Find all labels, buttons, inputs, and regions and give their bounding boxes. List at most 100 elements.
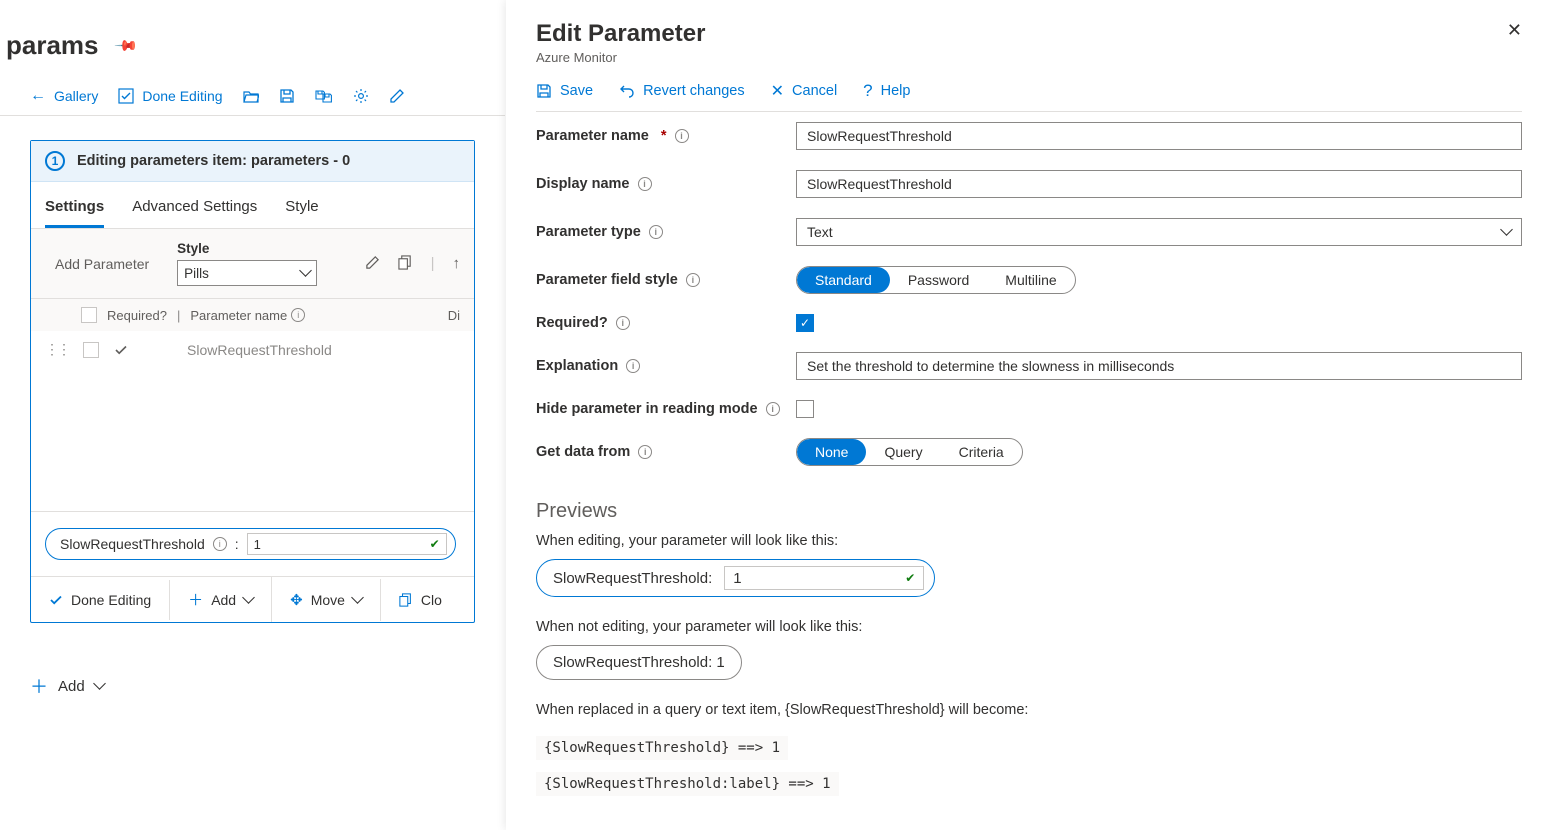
- grid-checked-icon: [118, 88, 134, 104]
- parameter-pill[interactable]: SlowRequestThreshold i : 1 ✔: [45, 528, 456, 560]
- style-select-value: Pills: [184, 266, 209, 281]
- info-icon[interactable]: i: [638, 445, 652, 459]
- preview-edit-input[interactable]: 1 ✔: [724, 566, 924, 590]
- chevron-down-icon: [1502, 224, 1511, 240]
- style-multiline[interactable]: Multiline: [987, 267, 1074, 293]
- pencil-icon[interactable]: [389, 88, 405, 104]
- tab-style[interactable]: Style: [285, 198, 318, 228]
- panel-title: Edit Parameter: [536, 20, 705, 48]
- label-param-type: Parameter type i: [536, 224, 796, 240]
- open-icon[interactable]: [243, 89, 259, 103]
- move-icon: ✥: [290, 591, 303, 609]
- revert-button[interactable]: Revert changes: [619, 81, 745, 101]
- edit-parameter-panel: Edit Parameter Azure Monitor ✕ Save Reve…: [506, 0, 1552, 830]
- row-select-checkbox[interactable]: [83, 342, 99, 358]
- close-icon[interactable]: ✕: [1507, 20, 1522, 41]
- move-button-bottom[interactable]: ✥ Move: [272, 579, 381, 621]
- preview-code-1: {SlowRequestThreshold} ==> 1: [536, 736, 788, 760]
- gallery-button[interactable]: Gallery: [30, 87, 98, 105]
- left-pane: params 📌 Gallery Done Editing 1 E: [0, 0, 505, 830]
- save-icon: [536, 83, 552, 99]
- label-explanation: Explanation i: [536, 358, 796, 374]
- done-editing-button[interactable]: Done Editing: [118, 88, 222, 104]
- move-label: Move: [311, 592, 345, 608]
- explanation-input[interactable]: [796, 352, 1522, 380]
- plus-icon: ＋: [30, 673, 48, 699]
- cancel-button[interactable]: ✕ Cancel: [771, 81, 838, 101]
- undo-icon: [619, 83, 635, 99]
- data-criteria[interactable]: Criteria: [941, 439, 1022, 465]
- panel-toolbar: Save Revert changes ✕ Cancel ? Help: [536, 65, 1522, 112]
- clone-button-bottom[interactable]: Clo: [381, 580, 460, 620]
- edit-param-icon[interactable]: [365, 255, 380, 272]
- tab-settings[interactable]: Settings: [45, 198, 104, 228]
- check-icon: [49, 593, 63, 607]
- pin-icon[interactable]: 📌: [113, 33, 139, 59]
- done-editing-label: Done Editing: [71, 592, 151, 608]
- style-password[interactable]: Password: [890, 267, 987, 293]
- add-outer-label: Add: [58, 678, 85, 695]
- preview-code-2: {SlowRequestThreshold:label} ==> 1: [536, 772, 839, 796]
- style-standard[interactable]: Standard: [797, 267, 890, 293]
- data-query[interactable]: Query: [866, 439, 940, 465]
- select-all-checkbox[interactable]: [81, 307, 97, 323]
- copy-icon[interactable]: [398, 255, 413, 272]
- label-display-name: Display name i: [536, 176, 796, 192]
- add-parameter-button[interactable]: Add Parameter: [45, 251, 159, 277]
- list-row[interactable]: ⋮⋮ SlowRequestThreshold: [31, 331, 474, 368]
- row-param-name: SlowRequestThreshold: [187, 342, 332, 358]
- info-icon[interactable]: i: [616, 316, 630, 330]
- parameters-box: 1 Editing parameters item: parameters - …: [30, 140, 475, 623]
- style-select[interactable]: Pills: [177, 260, 317, 286]
- tabs-row: Settings Advanced Settings Style: [31, 182, 474, 229]
- info-icon[interactable]: i: [213, 537, 227, 551]
- gear-icon[interactable]: [353, 88, 369, 104]
- pill-label: SlowRequestThreshold: [60, 536, 205, 552]
- preview-edit-desc: When editing, your parameter will look l…: [536, 533, 1522, 549]
- info-icon[interactable]: i: [675, 129, 689, 143]
- get-data-pills: None Query Criteria: [796, 438, 1023, 466]
- info-icon[interactable]: i: [686, 273, 700, 287]
- add-button-bottom[interactable]: ＋ Add: [170, 577, 272, 622]
- move-up-icon[interactable]: ↑: [453, 255, 461, 272]
- required-checkbox[interactable]: ✓: [796, 314, 814, 332]
- pill-input[interactable]: 1 ✔: [247, 533, 447, 555]
- label-get-data: Get data from i: [536, 444, 796, 460]
- info-icon[interactable]: i: [649, 225, 663, 239]
- param-type-select[interactable]: Text: [796, 218, 1522, 246]
- add-outer-button[interactable]: ＋ Add: [30, 673, 505, 699]
- preview-edit-value: 1: [733, 570, 741, 587]
- preview-ro-desc: When not editing, your parameter will lo…: [536, 619, 1522, 635]
- drag-handle-icon[interactable]: ⋮⋮: [45, 341, 69, 358]
- done-editing-button-bottom[interactable]: Done Editing: [31, 580, 170, 620]
- panel-subtitle: Azure Monitor: [536, 50, 705, 65]
- col-name: Parameter namei: [190, 308, 305, 323]
- display-name-input[interactable]: [796, 170, 1522, 198]
- info-icon[interactable]: i: [766, 402, 780, 416]
- save-icon[interactable]: [279, 88, 295, 104]
- check-icon: ✔: [905, 571, 915, 585]
- preview-ro-text: SlowRequestThreshold: 1: [553, 654, 725, 671]
- label-field-style: Parameter field style i: [536, 272, 796, 288]
- label-required: Required? i: [536, 315, 796, 331]
- plus-icon: ＋: [188, 589, 203, 610]
- tab-advanced-settings[interactable]: Advanced Settings: [132, 198, 257, 228]
- hide-reading-checkbox[interactable]: [796, 400, 814, 418]
- info-icon[interactable]: i: [638, 177, 652, 191]
- style-label: Style: [177, 241, 317, 256]
- required-toggle[interactable]: [113, 342, 129, 358]
- data-none[interactable]: None: [797, 439, 866, 465]
- param-type-value: Text: [807, 224, 833, 240]
- done-editing-label: Done Editing: [142, 88, 222, 104]
- check-icon: ✔: [430, 537, 440, 551]
- gallery-label: Gallery: [54, 88, 98, 104]
- save-button[interactable]: Save: [536, 81, 593, 101]
- preview-ro-pill: SlowRequestThreshold: 1: [536, 645, 742, 680]
- parameters-header-text: Editing parameters item: parameters - 0: [77, 153, 350, 169]
- param-name-input[interactable]: [796, 122, 1522, 150]
- help-button[interactable]: ? Help: [863, 81, 910, 101]
- save-as-icon[interactable]: [315, 88, 333, 104]
- info-icon[interactable]: i: [626, 359, 640, 373]
- preview-edit-label: SlowRequestThreshold:: [553, 570, 712, 587]
- chevron-down-icon: [301, 266, 310, 281]
